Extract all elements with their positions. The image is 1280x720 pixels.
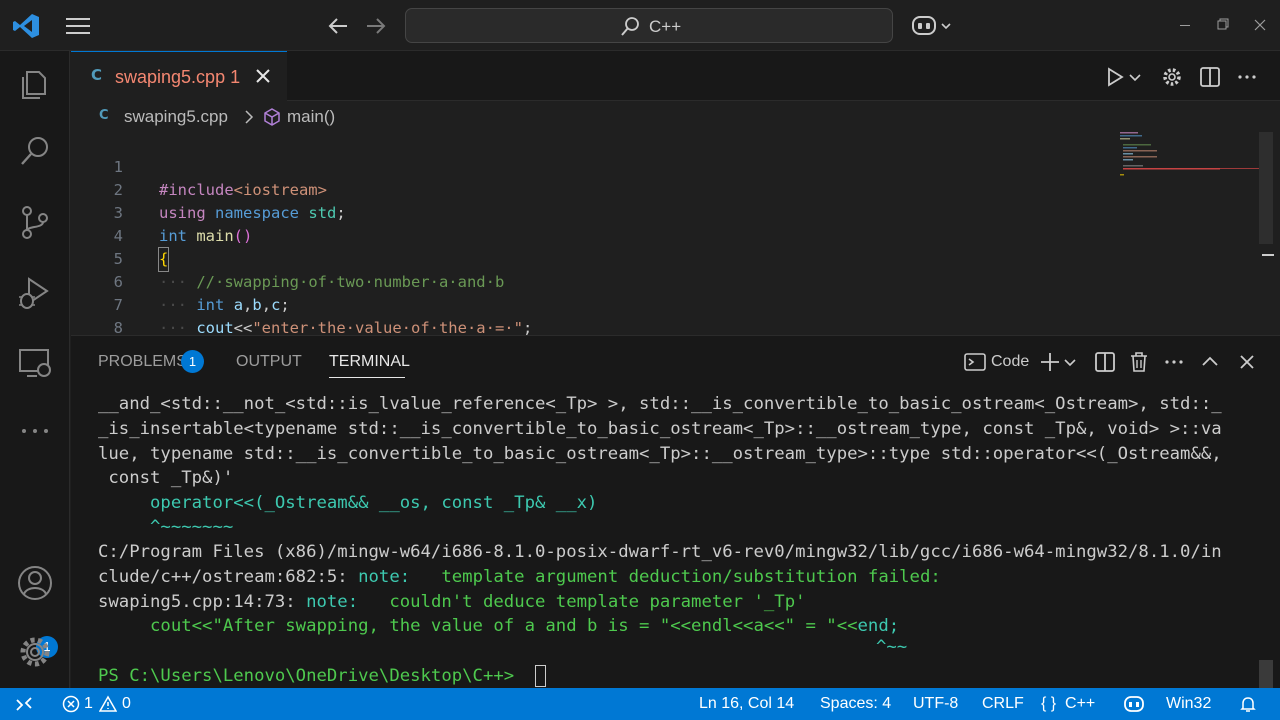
remote-icon[interactable] [0, 688, 48, 720]
terminal-line: cout<<"After swapping, the value of a an… [98, 616, 900, 636]
terminal-line: ^~~ [876, 637, 908, 657]
activity-bar: 1 [0, 51, 70, 688]
more-icon[interactable] [15, 411, 55, 451]
code-line: 2 using namespace std; [71, 156, 1111, 222]
code-line: 1 #include<iostream> [71, 133, 1111, 199]
run-debug-icon[interactable] [15, 273, 55, 313]
code-editor[interactable]: 1 #include<iostream> 2 using namespace s… [71, 132, 1260, 335]
breadcrumb-file[interactable]: swaping5.cpp [124, 107, 228, 127]
terminal-line: C:/Program Files (x86)/mingw-w64/i686-8.… [98, 542, 1222, 562]
code-line: 9 ··· cout<<"enter·the·value·of·the·b·=·… [71, 317, 1111, 335]
end-of-line[interactable]: CRLF [982, 695, 1024, 713]
code-line: 4 { [71, 202, 1111, 272]
terminal-icon [964, 353, 986, 371]
warning-count[interactable]: 0 [122, 695, 131, 713]
problems-badge: 1 [181, 350, 204, 373]
forward-icon[interactable] [363, 14, 389, 38]
close-icon[interactable] [1235, 350, 1259, 374]
command-center-search[interactable]: C++ [405, 8, 893, 43]
chevron-up-icon[interactable] [1198, 350, 1222, 374]
language-mode[interactable]: { } C++ [1041, 695, 1095, 713]
gear-icon[interactable] [15, 632, 55, 672]
editor-tab[interactable]: C swaping5.cpp 1 [71, 51, 287, 101]
terminal-line: const _Tp&)' [98, 468, 234, 488]
encoding[interactable]: UTF-8 [913, 695, 958, 713]
terminal-line: clude/c++/ostream:682:5: note: template … [98, 567, 941, 587]
overview-ruler-cursor [1262, 254, 1274, 256]
menu-icon[interactable] [64, 14, 92, 38]
tab-problems[interactable]: PROBLEMS [98, 353, 187, 371]
back-icon[interactable] [325, 14, 351, 38]
error-icon [62, 695, 80, 713]
indentation[interactable]: Spaces: 4 [820, 695, 891, 713]
vscode-logo-icon [13, 14, 39, 38]
terminal-line: ^~~~~~~~ [98, 517, 234, 537]
terminal-scrollbar-thumb[interactable] [1259, 660, 1273, 688]
split-terminal-icon[interactable] [1093, 350, 1117, 374]
breadcrumb: C swaping5.cpp main() [71, 102, 1280, 132]
trash-icon[interactable] [1127, 350, 1151, 374]
active-tab-indicator [329, 377, 405, 378]
tab-terminal[interactable]: TERMINAL [329, 353, 410, 371]
account-icon[interactable] [15, 563, 55, 603]
run-icon[interactable] [1103, 65, 1127, 89]
source-control-icon[interactable] [15, 202, 55, 242]
cube-icon [264, 108, 280, 126]
bell-icon[interactable] [1239, 695, 1257, 713]
tab-label: swaping5.cpp 1 [115, 67, 241, 87]
terminal-line: operator<<(_Ostream&& __os, const _Tp& _… [98, 493, 598, 513]
terminal-line: lue, typename std::__is_convertible_to_b… [98, 444, 1222, 464]
more-actions-icon[interactable] [1235, 65, 1259, 89]
code-line: 6 ··· int a,b,c; [71, 248, 1111, 314]
code-line: 5 ··· //·swapping·of·two·number·a·and·b [71, 225, 1111, 291]
chevron-right-icon [245, 110, 254, 124]
remote-explorer-icon[interactable] [15, 343, 55, 383]
terminal-line: _is_insertable<typename std::__is_conver… [98, 419, 1222, 439]
breadcrumb-symbol[interactable]: main() [287, 107, 335, 127]
code-line: 3 int main() [71, 179, 1111, 245]
close-icon[interactable] [254, 67, 272, 85]
close-window-button[interactable] [1248, 14, 1272, 36]
gear-icon[interactable] [1160, 65, 1184, 89]
error-count[interactable]: 1 [84, 695, 93, 713]
platform[interactable]: Win32 [1166, 695, 1211, 713]
code-line: 7 ··· cout<<"enter·the·value·of·the·a·=·… [71, 271, 1111, 335]
split-editor-icon[interactable] [1198, 65, 1222, 89]
cursor-position[interactable]: Ln 16, Col 14 [699, 695, 794, 713]
chevron-down-icon[interactable] [1062, 350, 1078, 374]
editor-scrollbar-thumb[interactable] [1259, 132, 1273, 244]
status-bar: 1 0 Ln 16, Col 14 Spaces: 4 UTF-8 CRLF {… [0, 688, 1280, 720]
terminal-prompt: PS C:\Users\Lenovo\OneDrive\Desktop\C++> [98, 666, 525, 686]
braces-icon: { } [1041, 695, 1057, 712]
add-icon[interactable] [1038, 350, 1062, 374]
title-bar: C++ [0, 0, 1280, 51]
warning-icon [99, 695, 117, 712]
minimize-button[interactable] [1173, 14, 1197, 36]
terminal-line: __and_<std::__not_<std::is_lvalue_refere… [98, 394, 1222, 414]
tab-output[interactable]: OUTPUT [236, 353, 302, 371]
terminal-line: swaping5.cpp:14:73: note: couldn't deduc… [98, 592, 806, 612]
code-line: 8 ··· cin>>a; [71, 294, 1111, 335]
terminal-cursor [535, 665, 546, 687]
copilot-icon[interactable] [910, 12, 958, 40]
bottom-panel: PROBLEMS 1 OUTPUT TERMINAL Code __and_<s… [71, 335, 1280, 688]
search-icon[interactable] [15, 132, 55, 172]
cpp-file-icon: C [99, 108, 109, 123]
cpp-file-icon: C [91, 66, 103, 84]
search-text: C++ [649, 17, 682, 36]
chevron-down-icon[interactable] [1127, 65, 1143, 89]
terminal-profile-label[interactable]: Code [991, 353, 1029, 371]
terminal-output[interactable]: __and_<std::__not_<std::is_lvalue_refere… [98, 392, 1258, 692]
explorer-icon[interactable] [15, 64, 55, 104]
search-icon [621, 17, 639, 36]
copilot-icon[interactable] [1123, 695, 1145, 713]
editor-tab-bar: C swaping5.cpp 1 [71, 51, 1280, 101]
more-actions-icon[interactable] [1162, 350, 1186, 374]
minimap[interactable] [1120, 130, 1260, 180]
restore-button[interactable] [1210, 14, 1234, 36]
